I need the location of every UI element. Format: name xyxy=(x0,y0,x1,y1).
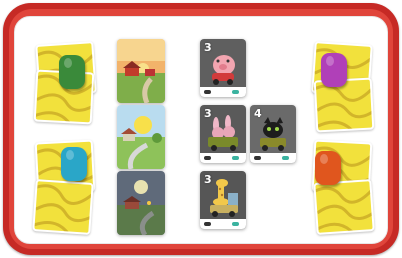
card-footer xyxy=(200,219,246,229)
vehicle-card-pig[interactable]: 3 xyxy=(200,39,246,97)
vehicle-card-giraffe[interactable]: 3 xyxy=(200,171,246,229)
card-footer xyxy=(200,87,246,97)
hand-card-right-bottom-front[interactable] xyxy=(313,179,375,235)
player-token-orange[interactable] xyxy=(315,151,341,185)
player-token-green[interactable] xyxy=(59,55,85,89)
player-token-blue[interactable] xyxy=(61,147,87,181)
vehicle-card-rabbits[interactable]: 3 xyxy=(200,105,246,163)
hand-card-right-top-front[interactable] xyxy=(313,77,375,133)
game-board: 3 3 4 3 xyxy=(14,16,388,244)
card-footer xyxy=(250,153,296,163)
hand-card-left-bottom-front[interactable] xyxy=(32,179,94,235)
card-footer xyxy=(200,153,246,163)
player-token-purple[interactable] xyxy=(321,53,347,87)
vehicle-card-black-cat[interactable]: 4 xyxy=(250,105,296,163)
scene-card-day[interactable] xyxy=(117,105,165,169)
scene-card-sunset[interactable] xyxy=(117,39,165,103)
scene-card-night[interactable] xyxy=(117,171,165,235)
